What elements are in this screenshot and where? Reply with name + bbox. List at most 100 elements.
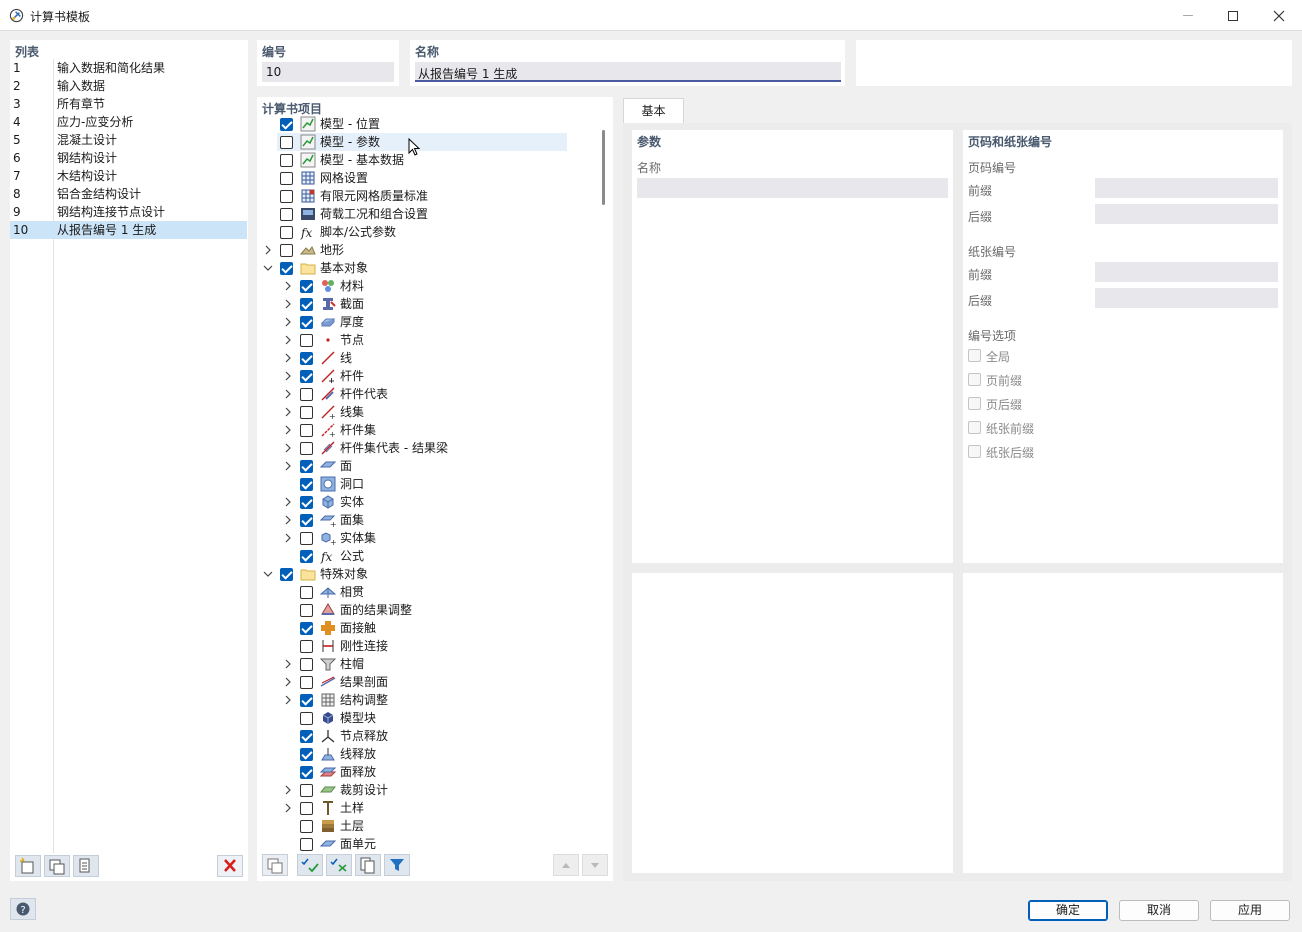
tree-item-checkbox[interactable]: [300, 424, 313, 437]
close-button[interactable]: [1256, 0, 1302, 31]
tree-item[interactable]: + 面集: [285, 511, 567, 529]
tree-item-checkbox[interactable]: [280, 190, 293, 203]
chevron-right-icon[interactable]: [282, 493, 292, 511]
tree-item[interactable]: 面单元: [297, 835, 567, 853]
tree-item[interactable]: 结果剖面: [285, 673, 567, 691]
tree-item[interactable]: 杆件集代表 - 结果梁: [285, 439, 567, 457]
numbering-option-checkbox[interactable]: [968, 349, 981, 362]
tree-item-checkbox[interactable]: [300, 550, 313, 563]
chevron-right-icon[interactable]: [282, 367, 292, 385]
tree-item[interactable]: 线: [285, 349, 567, 367]
chevron-right-icon[interactable]: [282, 349, 292, 367]
tree-item[interactable]: 相贯: [297, 583, 567, 601]
list-item[interactable]: 2 输入数据: [10, 77, 247, 95]
tree-item[interactable]: + 杆件集: [285, 421, 567, 439]
chevron-right-icon[interactable]: [282, 691, 292, 709]
params-name-input[interactable]: [637, 178, 948, 198]
tree-item-checkbox[interactable]: [300, 694, 313, 707]
tree-item[interactable]: 线释放: [297, 745, 567, 763]
list-item[interactable]: 1 输入数据和简化结果: [10, 59, 247, 77]
tree-copy-button[interactable]: [262, 854, 288, 876]
tree-item-checkbox[interactable]: [300, 622, 313, 635]
minimize-button[interactable]: [1165, 0, 1211, 31]
check-all-button[interactable]: [297, 854, 323, 876]
list-item[interactable]: 10 从报告编号 1 生成: [10, 221, 247, 239]
numbering-option-checkbox[interactable]: [968, 397, 981, 410]
list-item[interactable]: 5 混凝土设计: [10, 131, 247, 149]
tree-item[interactable]: 节点释放: [297, 727, 567, 745]
tree-item[interactable]: fx 脚本/公式参数: [277, 223, 567, 241]
tree-item[interactable]: 杆件: [285, 367, 567, 385]
chevron-down-icon[interactable]: [262, 565, 273, 583]
tree-item-checkbox[interactable]: [300, 514, 313, 527]
tree-item[interactable]: 截面: [285, 295, 567, 313]
tree-item-checkbox[interactable]: [280, 244, 293, 257]
tree-item-checkbox[interactable]: [300, 604, 313, 617]
chevron-right-icon[interactable]: [282, 385, 292, 403]
tree-item[interactable]: 材料: [285, 277, 567, 295]
tree-item-checkbox[interactable]: [300, 280, 313, 293]
chevron-right-icon[interactable]: [282, 781, 292, 799]
numbering-option-checkbox[interactable]: [968, 373, 981, 386]
chevron-right-icon[interactable]: [282, 457, 292, 475]
tree-item[interactable]: 裁剪设计: [285, 781, 567, 799]
tree-item[interactable]: fx 公式: [297, 547, 567, 565]
tree-item-checkbox[interactable]: [300, 298, 313, 311]
list-item[interactable]: 4 应力-应变分析: [10, 113, 247, 131]
tree-item[interactable]: 土层: [297, 817, 567, 835]
chevron-right-icon[interactable]: [262, 241, 272, 259]
tree-item[interactable]: 柱帽: [285, 655, 567, 673]
uncheck-all-button[interactable]: [326, 854, 352, 876]
tree-item-checkbox[interactable]: [280, 226, 293, 239]
tree-item-checkbox[interactable]: [300, 496, 313, 509]
tree-item[interactable]: 面释放: [297, 763, 567, 781]
tree-item[interactable]: 网格设置: [277, 169, 567, 187]
number-input[interactable]: 10: [262, 62, 394, 82]
tree-item-checkbox[interactable]: [300, 316, 313, 329]
tree-item-checkbox[interactable]: [300, 460, 313, 473]
chevron-right-icon[interactable]: [282, 403, 292, 421]
chevron-right-icon[interactable]: [282, 673, 292, 691]
tree-item[interactable]: 土样: [285, 799, 567, 817]
tree-item-checkbox[interactable]: [280, 136, 293, 149]
tree-item-checkbox[interactable]: [300, 766, 313, 779]
tree-item[interactable]: 模型 - 参数: [277, 133, 567, 151]
tree-item-checkbox[interactable]: [300, 748, 313, 761]
tree-item-checkbox[interactable]: [300, 640, 313, 653]
tree-item-checkbox[interactable]: [300, 676, 313, 689]
tree-item-checkbox[interactable]: [300, 478, 313, 491]
tree-item[interactable]: 模型 - 基本数据: [277, 151, 567, 169]
page-prefix-input[interactable]: [1095, 178, 1278, 198]
list-item[interactable]: 7 木结构设计: [10, 167, 247, 185]
tree-item[interactable]: 荷载工况和组合设置: [277, 205, 567, 223]
numbering-option-checkbox[interactable]: [968, 445, 981, 458]
tree-item-checkbox[interactable]: [300, 388, 313, 401]
tree-item-checkbox[interactable]: [300, 730, 313, 743]
chevron-right-icon[interactable]: [282, 295, 292, 313]
page-suffix-input[interactable]: [1095, 204, 1278, 224]
tree-item[interactable]: 面接触: [297, 619, 567, 637]
tree-item-checkbox[interactable]: [300, 334, 313, 347]
tree-item[interactable]: 刚性连接: [297, 637, 567, 655]
tree-item[interactable]: 厚度: [285, 313, 567, 331]
tree-item-checkbox[interactable]: [280, 154, 293, 167]
chevron-right-icon[interactable]: [282, 655, 292, 673]
tree-item[interactable]: 有限元网格质量标准: [277, 187, 567, 205]
tree-item[interactable]: 节点: [285, 331, 567, 349]
chevron-right-icon[interactable]: [282, 511, 292, 529]
move-up-button[interactable]: [553, 854, 579, 876]
chevron-right-icon[interactable]: [282, 799, 292, 817]
tree-item-checkbox[interactable]: [280, 118, 293, 131]
sheet-suffix-input[interactable]: [1095, 288, 1278, 308]
tab-basic[interactable]: 基本: [623, 98, 684, 123]
cancel-button[interactable]: 取消: [1119, 900, 1199, 921]
tree-item[interactable]: 面: [285, 457, 567, 475]
copy-template-button[interactable]: [44, 855, 70, 877]
list-item[interactable]: 6 钢结构设计: [10, 149, 247, 167]
tree-item[interactable]: 结构调整: [285, 691, 567, 709]
tree-item-checkbox[interactable]: [300, 802, 313, 815]
list-item[interactable]: 3 所有章节: [10, 95, 247, 113]
tree-item[interactable]: 基本对象: [263, 259, 567, 277]
chevron-right-icon[interactable]: [282, 529, 292, 547]
tree-item[interactable]: 特殊对象: [263, 565, 567, 583]
